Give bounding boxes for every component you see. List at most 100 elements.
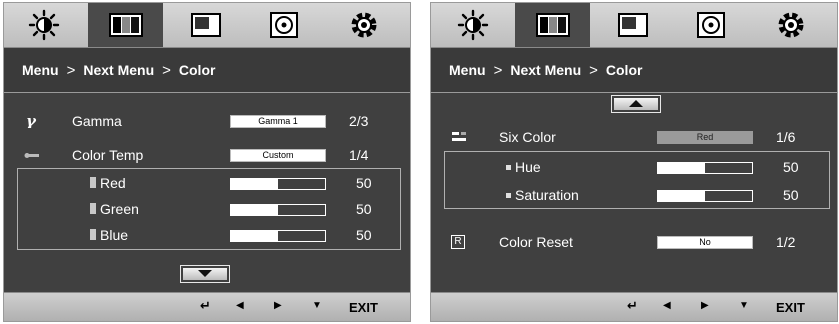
bullet-icon [90,177,96,188]
tab-picture[interactable] [515,3,590,47]
color-reset-row[interactable]: R Color Reset No 1/2 [431,231,837,253]
color-temp-icon [24,148,40,162]
down-arrow-icon[interactable]: ▼ [739,300,749,311]
exit-button[interactable]: EXIT [349,300,378,315]
scroll-down-button[interactable] [180,265,230,283]
gamma-row[interactable]: γ Gamma Gamma 1 2/3 [4,110,410,132]
bullet-icon [506,165,511,170]
left-arrow-icon[interactable]: ◀ [236,300,244,311]
display-icon [617,13,648,37]
green-slider-fill [231,205,278,215]
gamma-count: 2/3 [349,113,369,129]
right-arrow-icon[interactable]: ▶ [274,300,282,311]
six-color-count: 1/6 [776,129,796,145]
tab-display[interactable] [595,3,670,47]
six-color-icon [451,130,467,144]
blue-slider[interactable] [230,230,326,242]
bullet-icon [90,229,96,240]
left-arrow-icon[interactable]: ◀ [663,300,671,311]
disc-icon [269,12,298,38]
hue-label: Hue [515,159,541,175]
settings-icon [775,9,807,41]
blue-label: Blue [100,227,129,243]
tab-display[interactable] [168,3,243,47]
red-label: Red [100,175,126,191]
brightness-icon [28,9,60,41]
red-value: 50 [356,175,372,191]
bottom-key-bar: ↵ ◀ ▶ ▼ EXIT [431,292,837,321]
color-temp-count: 1/4 [349,147,369,163]
breadcrumb-separator: > [493,61,503,79]
color-temp-value-box[interactable]: Custom [230,149,326,162]
blue-value: 50 [356,227,372,243]
display-icon [190,13,221,37]
gamma-value-box[interactable]: Gamma 1 [230,115,326,128]
breadcrumb-menu[interactable]: Menu [449,62,486,78]
tab-settings[interactable] [326,3,401,47]
hue-slider-fill [658,163,705,173]
gamma-icon: γ [24,112,40,130]
scroll-up-button[interactable] [611,95,661,113]
disc-icon [696,12,725,38]
breadcrumb: Menu > Next Menu > Color [431,48,837,93]
red-row[interactable]: Red 50 [4,172,410,194]
blue-slider-fill [231,231,278,241]
svg-text:γ: γ [26,114,37,128]
green-slider[interactable] [230,204,326,216]
green-label: Green [100,201,139,217]
color-reset-value-box[interactable]: No [657,236,753,249]
brightness-icon [457,9,489,41]
hue-slider[interactable] [657,162,753,174]
tab-settings[interactable] [753,3,828,47]
right-arrow-icon[interactable]: ▶ [701,300,709,311]
picture-icon [535,13,570,37]
hue-value: 50 [783,159,799,175]
gamma-label: Gamma [72,113,122,129]
green-value: 50 [356,201,372,217]
saturation-label: Saturation [515,187,579,203]
saturation-slider-fill [658,191,705,201]
blue-row[interactable]: Blue 50 [4,224,410,246]
red-slider-fill [231,179,278,189]
breadcrumb-next-menu[interactable]: Next Menu [510,62,581,78]
color-temp-row[interactable]: Color Temp Custom 1/4 [4,144,410,166]
six-color-value-box[interactable]: Red [657,131,753,144]
osd-panel-color: Menu > Next Menu > Color γ Gamma Gamma 1… [3,2,411,322]
color-reset-label: Color Reset [499,234,573,250]
tab-picture[interactable] [88,3,163,47]
green-row[interactable]: Green 50 [4,198,410,220]
breadcrumb-current: Color [178,62,216,78]
menu-tab-bar [4,3,410,48]
breadcrumb-separator: > [589,61,598,79]
hue-row[interactable]: Hue 50 [431,156,837,178]
tab-brightness[interactable] [435,3,510,47]
settings-icon [348,9,380,41]
saturation-slider[interactable] [657,190,753,202]
color-reset-count: 1/2 [776,234,796,250]
picture-icon [108,13,143,37]
exit-button[interactable]: EXIT [776,300,805,315]
bullet-icon [90,203,96,214]
chevron-down-icon [198,265,212,283]
back-icon[interactable]: ↵ [200,298,211,314]
chevron-up-icon [629,95,643,113]
bullet-icon [506,193,511,198]
tab-disc[interactable] [673,3,748,47]
breadcrumb-separator: > [66,61,76,79]
saturation-value: 50 [783,187,799,203]
reset-icon: R [451,235,465,249]
red-slider[interactable] [230,178,326,190]
osd-panel-six-color: Menu > Next Menu > Color Six Color Red 1… [430,2,838,322]
tab-brightness[interactable] [6,3,81,47]
back-icon[interactable]: ↵ [627,298,638,314]
color-temp-label: Color Temp [72,147,144,163]
six-color-row[interactable]: Six Color Red 1/6 [431,126,837,148]
breadcrumb-separator: > [162,61,171,79]
tab-disc[interactable] [246,3,321,47]
saturation-row[interactable]: Saturation 50 [431,184,837,206]
breadcrumb-next-menu[interactable]: Next Menu [83,62,154,78]
breadcrumb-current: Color [605,62,643,78]
down-arrow-icon[interactable]: ▼ [312,300,322,311]
breadcrumb: Menu > Next Menu > Color [4,48,410,93]
breadcrumb-menu[interactable]: Menu [22,62,59,78]
